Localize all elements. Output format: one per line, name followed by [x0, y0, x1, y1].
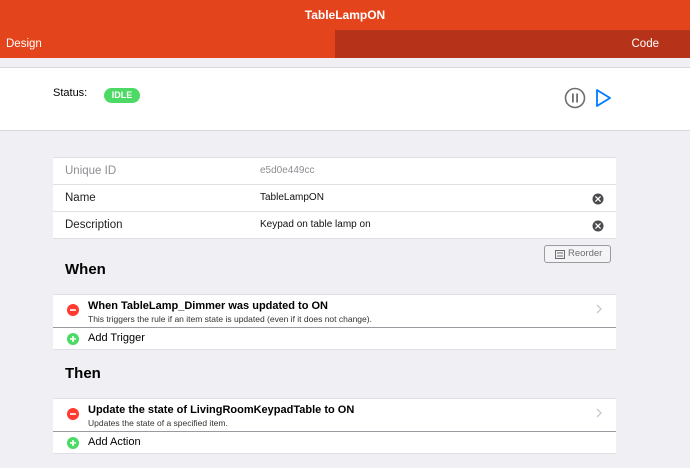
trigger-title: When TableLamp_Dimmer was updated to ON: [88, 300, 328, 312]
property-row-unique-id: Unique ID e5d0e449cc: [53, 158, 616, 185]
trigger-item[interactable]: When TableLamp_Dimmer was updated to ON …: [53, 295, 616, 328]
action-description: Updates the state of a specified item.: [88, 418, 228, 428]
unique-id-value: e5d0e449cc: [260, 165, 315, 176]
property-row-description: Description Keypad on table lamp on: [53, 212, 616, 239]
add-action-button[interactable]: Add Action: [53, 432, 616, 454]
then-heading: Then: [65, 365, 101, 382]
tab-bar: Design Code: [0, 30, 690, 58]
action-list: Update the state of LivingRoomKeypadTabl…: [53, 398, 616, 454]
page-title: TableLampON: [304, 8, 386, 22]
name-label: Name: [65, 192, 96, 204]
when-heading: When: [65, 261, 106, 278]
remove-icon[interactable]: [67, 303, 79, 321]
trigger-list: When TableLamp_Dimmer was updated to ON …: [53, 294, 616, 350]
add-action-label: Add Action: [88, 436, 141, 448]
action-title: Update the state of LivingRoomKeypadTabl…: [88, 404, 355, 416]
status-card: Status: IDLE: [0, 67, 690, 131]
clear-icon[interactable]: [592, 192, 604, 205]
tab-design[interactable]: Design: [0, 30, 335, 58]
title-bar: TableLampON: [0, 0, 690, 30]
add-icon: [67, 436, 79, 454]
clear-icon[interactable]: [592, 219, 604, 232]
reorder-button[interactable]: Reorder: [544, 245, 611, 263]
status-label: Status:: [53, 87, 88, 99]
add-trigger-label: Add Trigger: [88, 332, 145, 344]
trigger-description: This triggers the rule if an item state …: [88, 314, 372, 324]
rule-properties: Unique ID e5d0e449cc Name TableLampON De…: [53, 157, 616, 239]
pause-icon[interactable]: [564, 87, 586, 109]
add-trigger-button[interactable]: Add Trigger: [53, 328, 616, 350]
unique-id-label: Unique ID: [65, 165, 117, 177]
chevron-right-icon: [595, 302, 603, 320]
status-badge: IDLE: [104, 88, 140, 103]
reorder-icon: [555, 250, 565, 259]
play-icon[interactable]: [594, 87, 614, 109]
name-field[interactable]: TableLampON: [260, 185, 324, 211]
remove-icon[interactable]: [67, 407, 79, 425]
reorder-label: Reorder: [568, 248, 603, 259]
action-item[interactable]: Update the state of LivingRoomKeypadTabl…: [53, 399, 616, 432]
chevron-right-icon: [595, 406, 603, 424]
add-icon: [67, 332, 79, 350]
description-label: Description: [65, 219, 123, 231]
tab-code[interactable]: Code: [335, 30, 690, 58]
property-row-name: Name TableLampON: [53, 185, 616, 212]
description-field[interactable]: Keypad on table lamp on: [260, 212, 371, 238]
